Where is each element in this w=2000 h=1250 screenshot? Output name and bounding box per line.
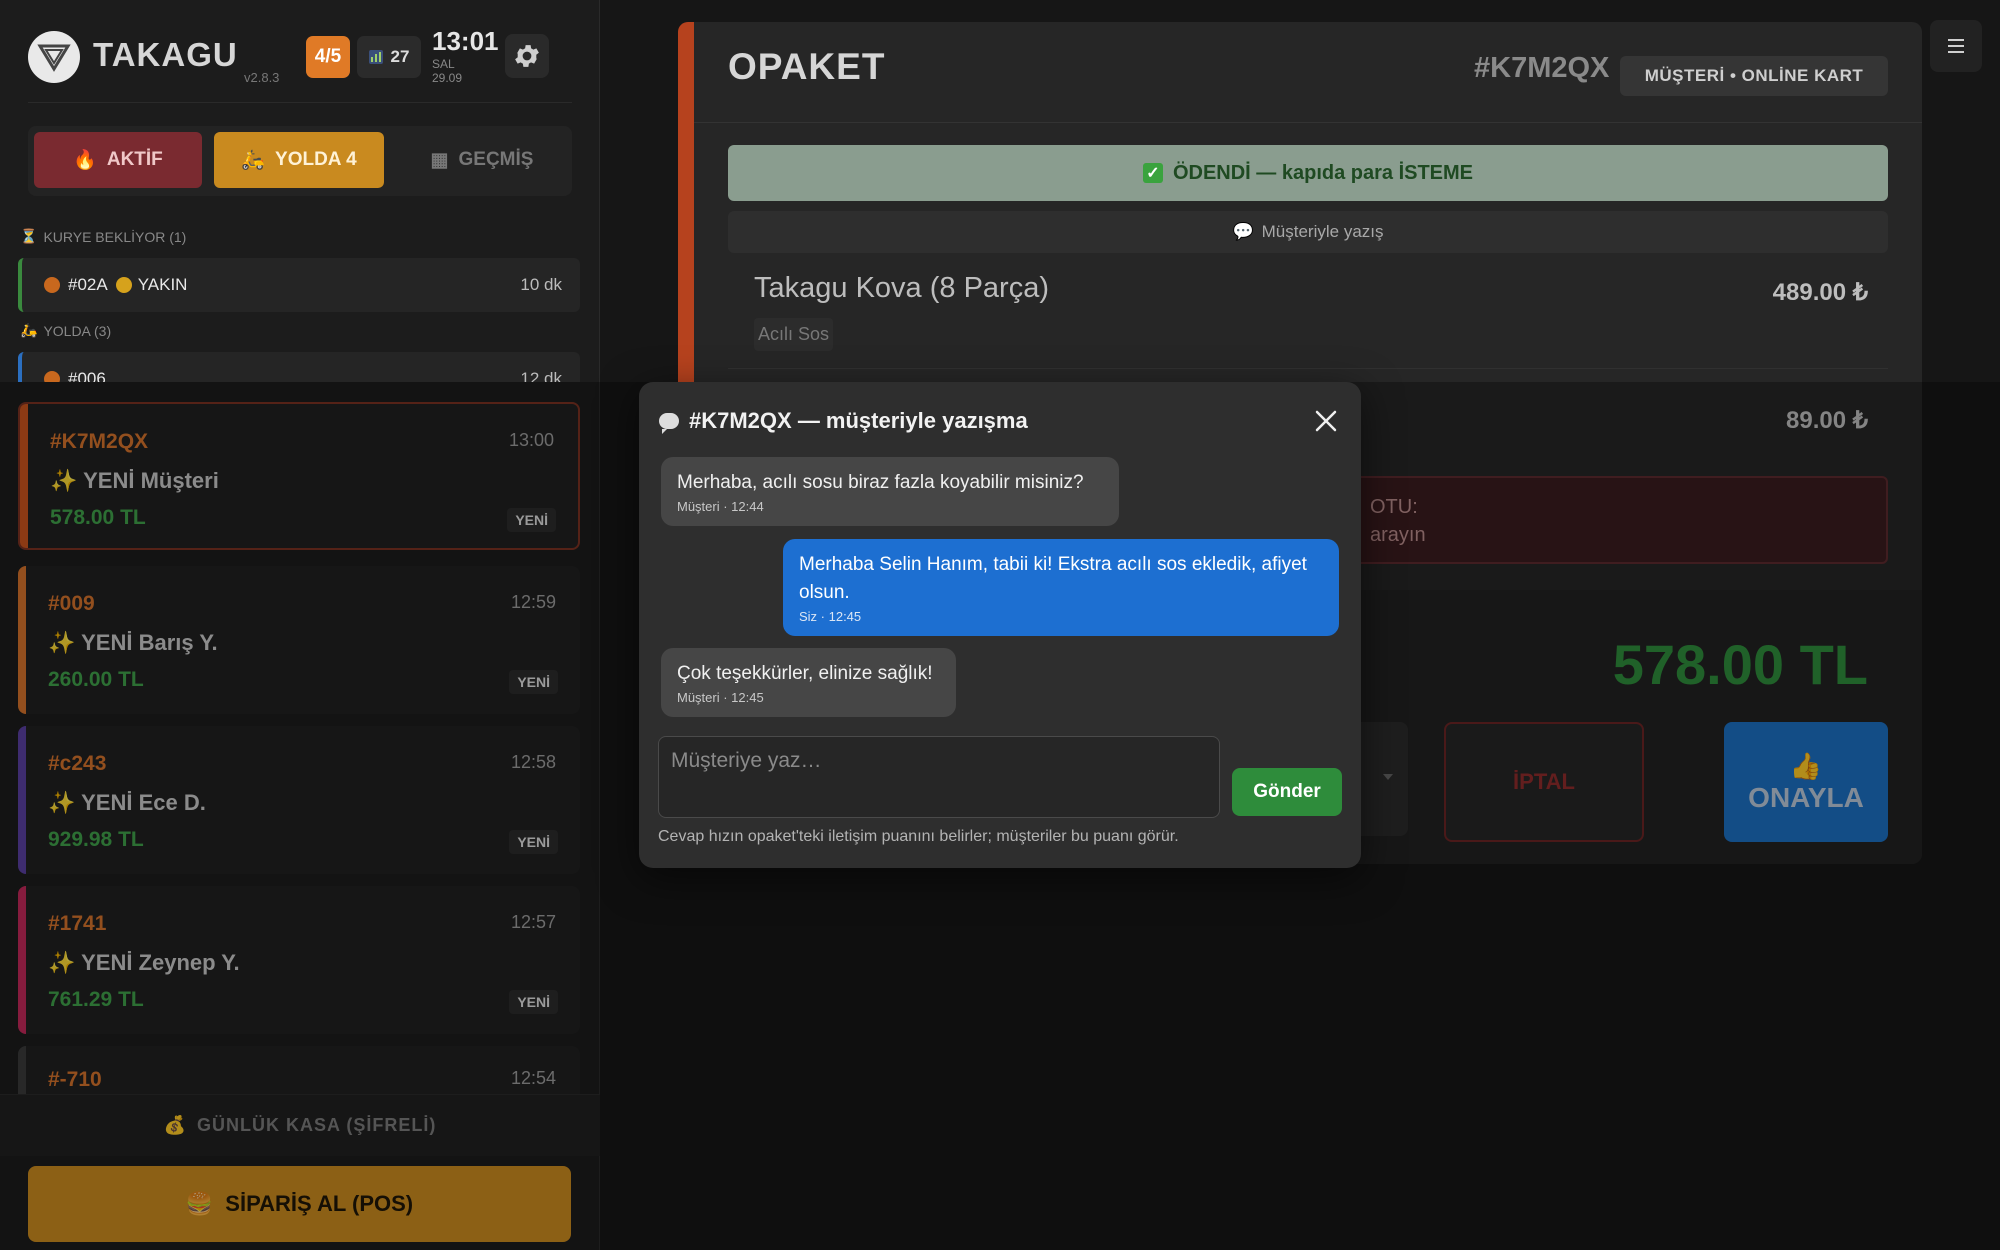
item-name: Takagu Kova (8 Parça) <box>754 272 1049 304</box>
clock-day-label: SAL <box>432 57 455 71</box>
capacity-badge[interactable]: 4/5 <box>306 36 350 78</box>
hourglass-icon: ⏳ <box>20 228 38 244</box>
chat-footer-note: Cevap hızın opaket'teki iletişim puanını… <box>658 828 1179 845</box>
paid-status-text: ÖDENDİ — kapıda para İSTEME <box>1172 161 1474 184</box>
section-label: YOLDA (3) <box>43 322 112 339</box>
app-name: TAKAGU <box>93 36 238 73</box>
fire-icon: 🔥 <box>73 150 97 171</box>
item-divider <box>728 368 1888 369</box>
tab-yolda[interactable]: 🛵 YOLDA 4 <box>214 132 384 188</box>
chat-with-customer-button[interactable]: 💬 Müşteriyle yazış <box>728 211 1888 253</box>
menu-icon <box>1948 39 1964 41</box>
message-meta: Müşteri · 12:45 <box>677 690 764 705</box>
scooter-icon: 🛵 <box>20 322 38 338</box>
mini-order-tag: YAKIN <box>137 275 188 294</box>
mini-order-id: #02A <box>68 275 108 294</box>
receipt-icon: ▦ <box>430 149 449 171</box>
message-meta: Siz · 12:45 <box>799 609 862 624</box>
section-on-the-way: 🛵 YOLDA (3) <box>20 322 111 339</box>
mini-list-clip: #006 12 dk <box>0 350 600 382</box>
detail-divider <box>694 122 1922 123</box>
message-meta: Müşteri · 12:44 <box>677 499 764 514</box>
chat-message-incoming: Çok teşekkürler, elinize sağlık! Müşteri… <box>661 648 956 717</box>
stats-count: 27 <box>390 47 410 66</box>
tab-label: YOLDA 4 <box>275 149 357 170</box>
message-text: Merhaba, acılı sosu biraz fazla koyabili… <box>677 472 1084 493</box>
yellow-dot-icon <box>115 277 132 293</box>
paid-status-bar: ✓ ÖDENDİ — kapıda para İSTEME <box>728 145 1888 201</box>
clock-date-label: 29.09 <box>432 71 463 85</box>
tab-label: AKTİF <box>106 149 163 170</box>
message-text: Çok teşekkürler, elinize sağlık! <box>677 663 933 684</box>
chat-message-outgoing: Merhaba Selin Hanım, tabii ki! Ekstra ac… <box>783 539 1339 636</box>
chat-modal: #K7M2QX — müşteriyle yazışma Merhaba, ac… <box>639 382 1361 868</box>
order-tabs: 🔥 AKTİF 🛵 YOLDA 4 ▦ GEÇMİŞ <box>28 126 572 196</box>
section-courier-waiting: ⏳ KURYE BEKLİYOR (1) <box>20 228 186 245</box>
detail-order-id: #K7M2QX <box>1474 52 1610 84</box>
scooter-icon: 🛵 <box>241 150 266 171</box>
clock-date: SAL 29.09 <box>432 57 462 85</box>
header-divider <box>28 102 572 103</box>
mini-order-row[interactable]: #006 12 dk <box>18 352 580 382</box>
chat-link-label: Müşteriyle yazış <box>1261 222 1384 241</box>
close-button[interactable] <box>1309 404 1343 438</box>
tab-gecmis[interactable]: ▦ GEÇMİŞ <box>398 132 566 188</box>
item-option: Acılı Sos <box>754 318 834 351</box>
send-button[interactable]: Gönder <box>1232 768 1342 816</box>
stats-badge[interactable]: 27 <box>357 36 421 78</box>
status-dot-icon <box>44 371 60 382</box>
section-label: KURYE BEKLİYOR (1) <box>43 228 187 245</box>
payment-method-badge: MÜŞTERİ • ONLİNE KART <box>1620 56 1888 96</box>
settings-button[interactable] <box>505 34 549 78</box>
chat-modal-title: #K7M2QX — müşteriyle yazışma <box>659 408 1028 434</box>
speech-bubble-icon: 💬 <box>1232 222 1254 241</box>
menu-icon <box>1948 51 1964 53</box>
menu-icon <box>1948 45 1964 47</box>
tab-label: GEÇMİŞ <box>458 149 534 170</box>
takagu-logo <box>28 31 80 83</box>
speech-bubble-icon <box>659 413 679 434</box>
hamburger-menu-button[interactable] <box>1930 20 1982 72</box>
mini-order-id: #006 <box>68 369 106 382</box>
gear-icon <box>515 45 539 67</box>
mini-order-row[interactable]: #02A YAKIN 10 dk <box>18 258 580 312</box>
close-icon <box>1315 410 1337 432</box>
mini-order-time: 10 dk <box>520 275 562 294</box>
chart-icon <box>368 50 383 64</box>
detail-title: OPAKET <box>728 46 886 87</box>
clock-time: 13:01 <box>432 26 499 56</box>
item-price: 489.00 ₺ <box>1772 279 1868 306</box>
message-input[interactable] <box>658 736 1220 818</box>
chat-message-incoming: Merhaba, acılı sosu biraz fazla koyabili… <box>661 457 1119 526</box>
check-icon: ✓ <box>1142 163 1163 183</box>
tab-aktif[interactable]: 🔥 AKTİF <box>34 132 202 188</box>
message-text: Merhaba Selin Hanım, tabii ki! Ekstra ac… <box>799 554 1307 603</box>
app-version: v2.8.3 <box>244 70 280 85</box>
mini-order-time: 12 dk <box>520 369 562 382</box>
status-dot-icon <box>44 277 60 293</box>
chat-title-text: #K7M2QX — müşteriyle yazışma <box>689 408 1028 433</box>
